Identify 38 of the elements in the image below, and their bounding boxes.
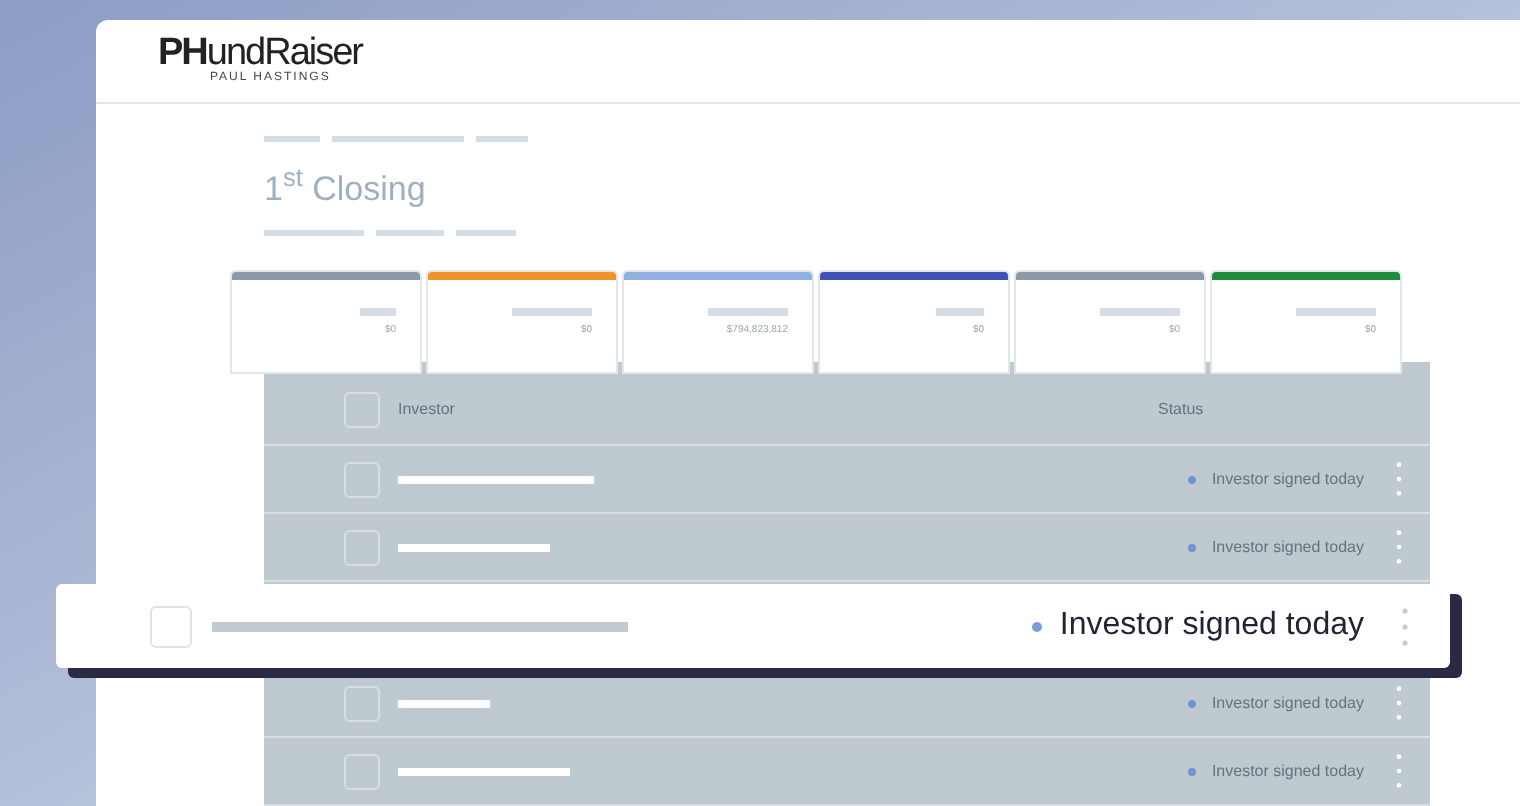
checkbox[interactable] <box>344 391 380 427</box>
placeholder-bar <box>456 230 516 236</box>
logo[interactable]: PHundRaiser <box>158 34 1520 73</box>
status-text: Investor signed today <box>1211 759 1364 783</box>
more-icon[interactable] <box>1396 462 1402 496</box>
placeholder-bar <box>476 135 528 141</box>
placeholder-bar <box>1100 308 1180 316</box>
checkbox[interactable] <box>344 753 380 789</box>
column-header: Investor <box>398 397 457 421</box>
table-row[interactable]: Investor signed today <box>264 738 1430 806</box>
placeholder-bar <box>264 230 364 236</box>
table-row[interactable]: Investor signed today <box>264 670 1430 738</box>
status-text: Investor signed today <box>1211 467 1364 491</box>
column-header: Status <box>1158 397 1204 421</box>
placeholder-bar <box>708 308 788 316</box>
checkbox[interactable] <box>344 685 380 721</box>
placeholder-bar <box>936 308 984 316</box>
checkbox[interactable] <box>344 529 380 565</box>
checkbox[interactable] <box>150 605 192 647</box>
placeholder-bar <box>332 135 464 141</box>
placeholder-bar <box>398 699 490 707</box>
more-icon[interactable] <box>1402 607 1408 645</box>
page-title: 1$^{st}$ Closing <box>262 163 428 211</box>
table-row[interactable]: Investor signed today <box>264 446 1430 514</box>
more-icon[interactable] <box>1396 754 1402 788</box>
status-text: Investor signed today <box>1211 535 1364 559</box>
more-icon[interactable] <box>1396 530 1402 564</box>
status-text: Investor signed today <box>1211 691 1364 715</box>
placeholder-bar <box>360 308 396 316</box>
checkbox[interactable] <box>344 461 380 497</box>
placeholder-bar <box>1296 308 1376 316</box>
more-icon[interactable] <box>1396 686 1402 720</box>
placeholder-bar <box>512 308 592 316</box>
table-row[interactable]: Investor signed today <box>264 514 1430 582</box>
placeholder-bar <box>264 135 320 141</box>
placeholder-bar <box>376 230 444 236</box>
highlighted-row[interactable]: Investor signed today <box>56 584 1450 668</box>
status-text: Investor signed today <box>1059 606 1364 646</box>
